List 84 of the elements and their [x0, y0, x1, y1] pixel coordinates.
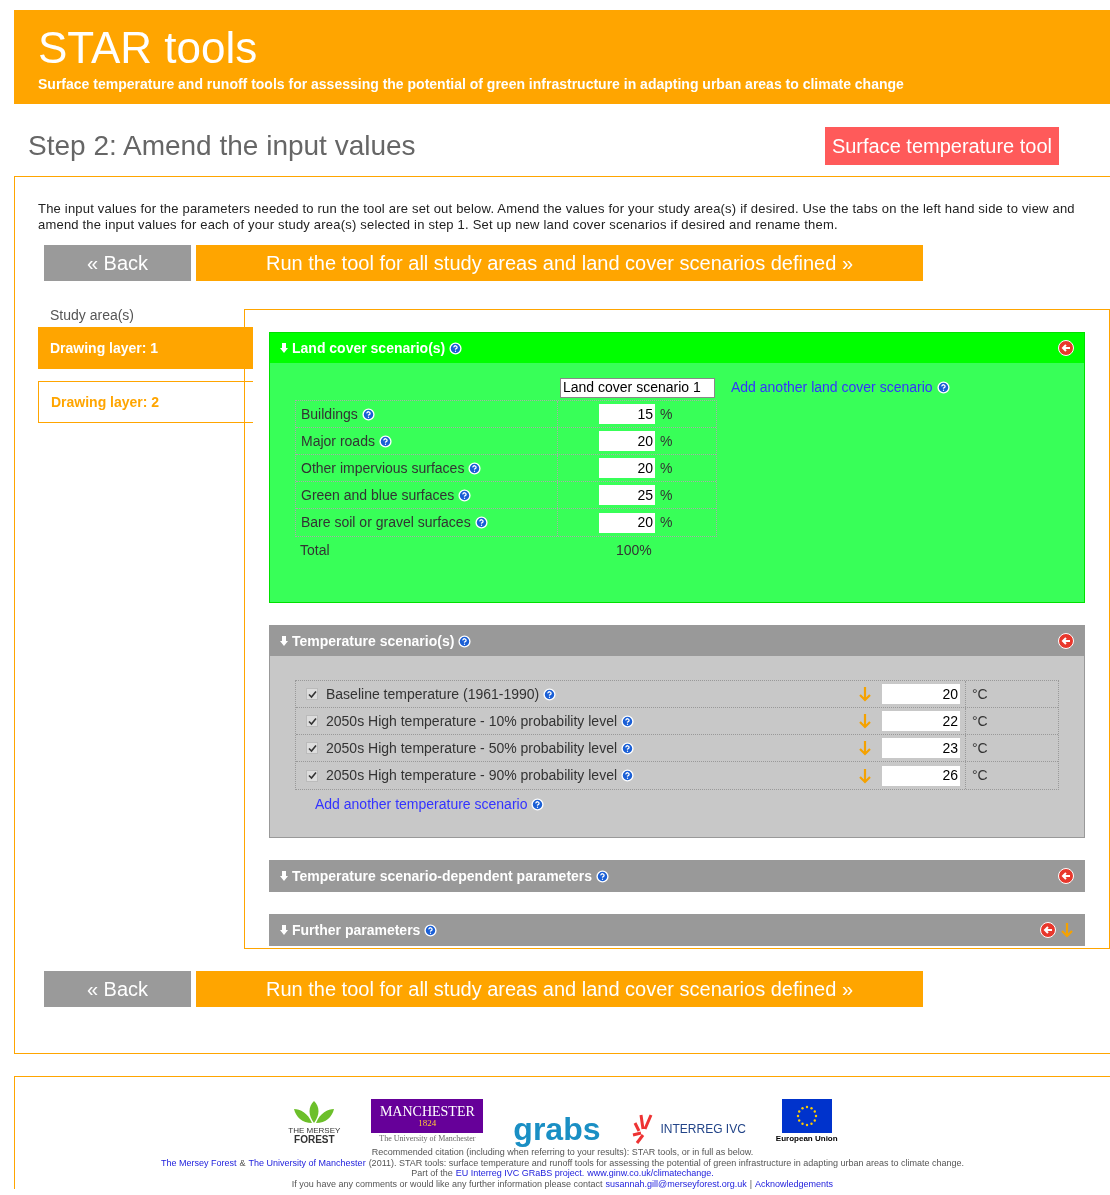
- help-icon[interactable]: [531, 798, 545, 811]
- temperature-field[interactable]: 23: [882, 738, 960, 758]
- total-value: 100%: [615, 541, 652, 560]
- percent-field[interactable]: 20: [599, 458, 655, 478]
- temperature-field[interactable]: 20: [882, 684, 960, 704]
- eu-logo: European Union: [775, 1099, 838, 1145]
- intro-text: The input values for the parameters needed to run the tool are set out below. Amend the values for your study area(s) if desired. Use the tabs on the left hand side to view and amend the input values for each of your study area(s) selected in step 1. Set up new land cover scenarios if desired and rename them.: [38, 201, 1076, 233]
- scenario-label: 2050s High temperature - 90% probability level: [326, 766, 618, 785]
- unit-label: °C: [965, 762, 1058, 789]
- checkbox[interactable]: [306, 742, 318, 754]
- collapse-arrow-icon[interactable]: [280, 636, 288, 646]
- unit-label: °C: [965, 708, 1058, 734]
- footer-text: &: [239, 1157, 246, 1168]
- scenario-name-field[interactable]: Land cover scenario 1: [560, 377, 715, 398]
- unit-label: °C: [965, 681, 1058, 707]
- remove-icon[interactable]: [1040, 922, 1056, 938]
- footer-text: Part of the: [411, 1168, 453, 1179]
- step-title: Step 2: Amend the input values: [28, 129, 416, 163]
- total-label: Total: [299, 541, 331, 560]
- footer-link[interactable]: The University of Manchester: [248, 1157, 366, 1168]
- sidebar-heading: Study area(s): [49, 306, 136, 325]
- help-icon[interactable]: [378, 434, 392, 448]
- collapse-arrow-icon[interactable]: [280, 871, 288, 881]
- remove-icon[interactable]: [1058, 340, 1074, 356]
- interreg-logo: INTERREG IVC: [630, 1113, 746, 1145]
- add-scenario-link[interactable]: Add another land cover scenario: [731, 377, 933, 398]
- add-scenario-link[interactable]: Add another temperature scenario: [315, 794, 528, 815]
- footer-link[interactable]: The Mersey Forest: [161, 1157, 237, 1168]
- unit-label: %: [660, 431, 673, 451]
- app-title: STAR tools: [38, 24, 259, 72]
- footer-text: Recommended citation (including when referring to your results): STAR tools, or in full as below.: [371, 1147, 754, 1158]
- app-subtitle: Surface temperature and runoff tools for assessing the potential of green infrastructure in adapting urban areas to climate change: [38, 75, 905, 94]
- unit-label: °C: [965, 735, 1058, 761]
- remove-icon[interactable]: [1058, 868, 1074, 884]
- help-icon[interactable]: [936, 381, 950, 394]
- checkbox[interactable]: [306, 688, 318, 700]
- help-icon[interactable]: [474, 516, 488, 529]
- collapse-arrow-icon[interactable]: [280, 925, 288, 935]
- help-icon[interactable]: [621, 769, 635, 782]
- university-logo: MANCHESTER 1824 The University of Manchester: [371, 1099, 484, 1145]
- footer-text: (2011). STAR tools: surface temperature and runoff tools for assessing the potential of green infrastructure in adapting urban areas to climate change.: [368, 1157, 964, 1168]
- footer-text: If you have any comments or would like any further information please contact: [291, 1178, 603, 1189]
- help-icon[interactable]: [424, 923, 438, 937]
- help-icon[interactable]: [596, 869, 610, 883]
- unit-label: %: [660, 485, 673, 505]
- unit-label: %: [660, 404, 673, 424]
- percent-field[interactable]: 20: [599, 512, 655, 533]
- scenario-label: 2050s High temperature - 10% probability level: [326, 711, 618, 731]
- percent-field[interactable]: 20: [599, 431, 655, 451]
- forest-logo: THE MERSEY FOREST: [287, 1099, 342, 1145]
- row-label: Major roads: [301, 431, 375, 451]
- percent-field[interactable]: 25: [599, 485, 655, 505]
- temperature-field[interactable]: 22: [882, 711, 960, 731]
- percent-field[interactable]: 15: [599, 404, 655, 424]
- section-title: Temperature scenario-dependent parameters: [292, 866, 593, 886]
- checkbox[interactable]: [306, 715, 318, 727]
- help-icon[interactable]: [458, 634, 472, 648]
- footer-link[interactable]: www.ginw.co.uk/climatechange.: [587, 1168, 714, 1179]
- footer-link[interactable]: susannah.gill@merseyforest.org.uk: [605, 1178, 747, 1189]
- row-label: Other impervious surfaces: [301, 458, 465, 478]
- scenario-label: 2050s High temperature - 50% probability level: [326, 738, 618, 758]
- row-label: Bare soil or gravel surfaces: [301, 513, 471, 532]
- remove-icon[interactable]: [1058, 633, 1074, 649]
- footer-text: |: [749, 1178, 753, 1189]
- footer-link[interactable]: Acknowledgements: [755, 1178, 834, 1189]
- section-title: Land cover scenario(s): [292, 338, 446, 358]
- temperature-field[interactable]: 26: [882, 765, 960, 786]
- section-title: Further parameters: [292, 920, 421, 940]
- unit-label: %: [660, 458, 673, 478]
- help-icon[interactable]: [361, 407, 375, 421]
- scenario-label: Baseline temperature (1961-1990): [326, 684, 540, 704]
- help-icon[interactable]: [458, 488, 472, 502]
- footer-link[interactable]: EU Interreg IVC GRaBS project.: [455, 1168, 585, 1179]
- help-icon[interactable]: [468, 461, 482, 475]
- help-icon[interactable]: [449, 341, 463, 355]
- tool-badge: Surface temperature tool: [824, 127, 1059, 165]
- row-label: Green and blue surfaces: [301, 485, 455, 505]
- help-icon[interactable]: [543, 687, 557, 701]
- section-title: Temperature scenario(s): [292, 631, 455, 651]
- unit-label: %: [660, 513, 673, 532]
- checkbox[interactable]: [306, 769, 318, 782]
- help-icon[interactable]: [621, 741, 635, 755]
- help-icon[interactable]: [621, 714, 635, 728]
- row-label: Buildings: [301, 404, 358, 424]
